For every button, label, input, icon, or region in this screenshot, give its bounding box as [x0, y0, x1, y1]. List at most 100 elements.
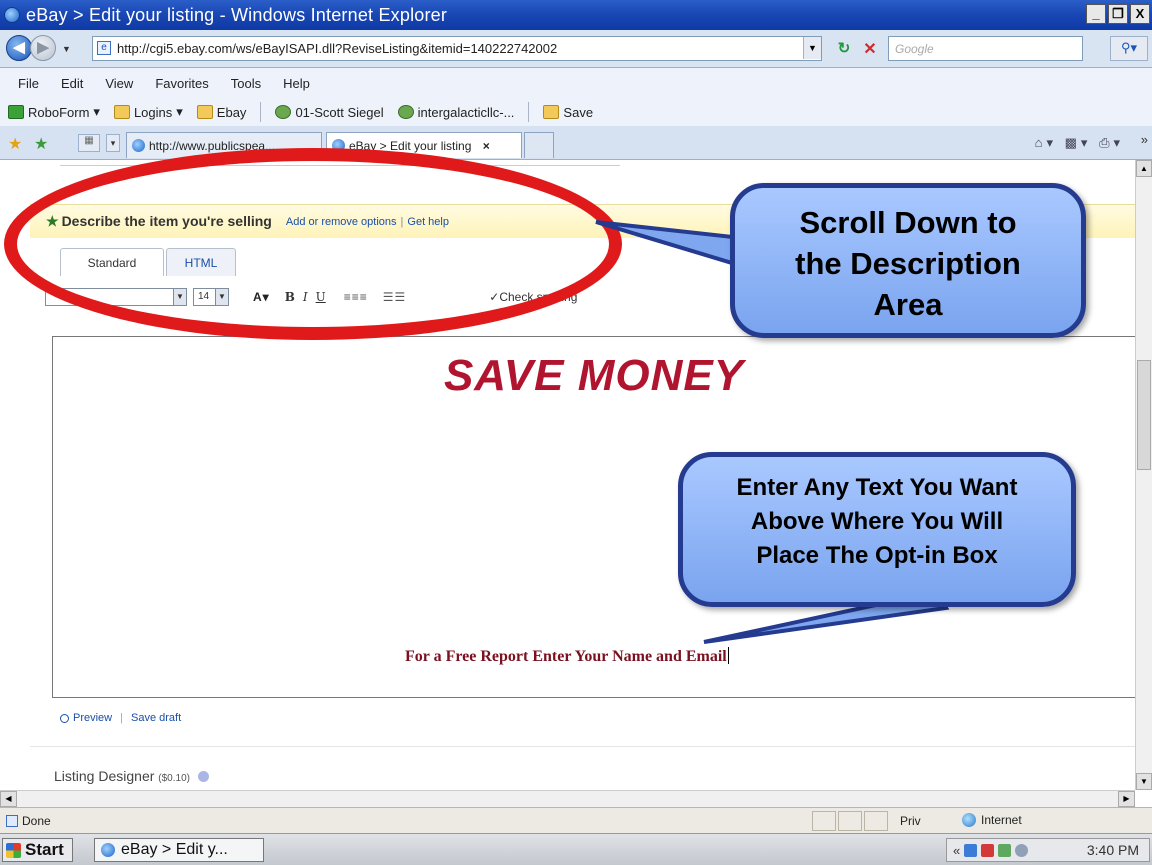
link-label: Ebay [216, 104, 247, 120]
callout-line: the Description [795, 246, 1021, 281]
listing-designer: Listing Designer ($0.10) [54, 768, 209, 784]
menu-view[interactable]: View [105, 76, 133, 91]
link-scott-siegel[interactable]: 01-Scott Siegel [275, 104, 384, 120]
vertical-scrollbar[interactable]: ▲ ▼ [1135, 160, 1152, 790]
ie-favicon [132, 139, 145, 152]
task-label: eBay > Edit y... [121, 841, 228, 858]
search-input[interactable]: Google [888, 36, 1083, 61]
callout-line: Above Where You Will [750, 508, 1004, 535]
menu-file[interactable]: File [18, 76, 39, 91]
back-button[interactable]: ◀ [6, 35, 32, 61]
maximize-button[interactable]: ❐ [1108, 4, 1128, 24]
tray-expand-icon[interactable]: « [953, 843, 960, 858]
status-text: Done [22, 814, 51, 828]
scroll-down-icon[interactable]: ▼ [1136, 773, 1152, 790]
menu-help[interactable]: Help [283, 76, 310, 91]
close-tab-icon[interactable]: × [483, 139, 490, 153]
start-label: Start [25, 840, 64, 859]
status-pane [838, 811, 862, 831]
tray-volume-icon[interactable] [1015, 843, 1029, 857]
editor-footer-links: Preview | Save draft [60, 712, 181, 724]
address-dropdown-button[interactable]: ▼ [803, 37, 821, 59]
ie-icon [101, 843, 115, 857]
link-logins[interactable]: Logins ▾ [113, 104, 183, 120]
minimize-button[interactable]: _ [1086, 4, 1106, 24]
page-icon [6, 815, 18, 827]
history-dropdown-icon[interactable]: ▼ [62, 44, 71, 54]
back-arrow-icon: ◀ [13, 39, 25, 56]
scroll-right-icon[interactable]: ▶ [1118, 791, 1135, 807]
horizontal-scrollbar[interactable]: ◀ ▶ [0, 790, 1135, 807]
callout-line: Scroll Down to [799, 205, 1017, 240]
chevron-right-icon[interactable]: » [1141, 132, 1148, 147]
window-controls: _ ❐ X [1086, 4, 1150, 24]
section-divider [30, 746, 1135, 747]
status-pane [864, 811, 888, 831]
save-draft-link[interactable]: Save draft [131, 712, 181, 724]
preview-link[interactable]: Preview [73, 712, 112, 724]
listing-designer-label: Listing Designer [54, 768, 155, 784]
link-ebay[interactable]: Ebay [196, 104, 247, 120]
info-icon[interactable] [197, 771, 209, 782]
stop-icon[interactable]: ✕ [860, 39, 880, 59]
highlight-ring [4, 148, 622, 340]
address-toolbar: ◀ ▶ ▼ e http://cgi5.ebay.com/ws/eBayISAP… [0, 30, 1152, 68]
taskbar-clock: 3:40 PM [1086, 842, 1139, 858]
roboform-icon [8, 105, 24, 119]
zone-label: Internet [981, 813, 1022, 827]
tray-network-icon[interactable] [998, 843, 1012, 857]
callout-line: Enter Any Text You Want [736, 474, 1018, 501]
command-bar-icons[interactable]: ⌂▾ ▩▾ ⎙▾ [1035, 135, 1124, 151]
link-label: Save [563, 104, 594, 120]
toolbar-separator [528, 102, 530, 122]
tray-app-icon[interactable] [981, 843, 995, 857]
editor-headline: SAVE MONEY [443, 351, 745, 400]
status-pane [812, 811, 836, 831]
link-label: 01-Scott Siegel [295, 104, 384, 120]
address-url: http://cgi5.ebay.com/ws/eBayISAPI.dll?Re… [117, 41, 558, 56]
start-button[interactable]: Start [2, 838, 73, 862]
link-separator: | [120, 712, 123, 724]
cta-text: For a Free Report Enter Your Name and Em… [405, 648, 727, 665]
address-input[interactable]: e http://cgi5.ebay.com/ws/eBayISAPI.dll?… [92, 36, 822, 61]
magnifier-icon [60, 713, 69, 723]
page-icon: e [97, 41, 111, 55]
folder-icon [196, 105, 213, 119]
callout-line: Place The Opt-in Box [756, 542, 998, 569]
globe-icon [275, 105, 292, 119]
system-tray: « 3:40 PM [946, 838, 1150, 862]
search-icon[interactable]: ⚲▾ [1110, 36, 1148, 61]
forward-button[interactable]: ▶ [30, 35, 56, 61]
globe-icon [962, 813, 976, 827]
folder-icon [543, 105, 560, 119]
link-label: Logins [133, 104, 173, 120]
taskbar-ie-window[interactable]: eBay > Edit y... [94, 838, 264, 862]
menu-favorites[interactable]: Favorites [155, 76, 208, 91]
scroll-left-icon[interactable]: ◀ [0, 791, 17, 807]
status-bar: Done Priv Internet [0, 807, 1152, 833]
favorites-star-icon[interactable]: ★ [8, 134, 22, 154]
add-favorites-icon[interactable]: ★ [34, 134, 48, 154]
link-save[interactable]: Save [543, 105, 593, 120]
refresh-icon[interactable]: ↻ [834, 39, 854, 59]
new-tab-button[interactable] [524, 132, 554, 158]
menu-tools[interactable]: Tools [231, 76, 261, 91]
close-button[interactable]: X [1130, 4, 1150, 24]
zone-indicator[interactable]: Internet [962, 813, 1022, 827]
taskbar: Start eBay > Edit y... « 3:40 PM [0, 833, 1152, 865]
privacy-indicator[interactable]: Priv [900, 814, 921, 828]
menu-edit[interactable]: Edit [61, 76, 83, 91]
scroll-thumb[interactable] [1137, 360, 1151, 470]
callout-enter-text: Enter Any Text You Want Above Where You … [678, 452, 1076, 607]
link-roboform[interactable]: RoboForm ▾ [8, 104, 100, 120]
menu-bar: File Edit View Favorites Tools Help [0, 68, 1152, 98]
tab-list-icon[interactable]: ▾ [106, 134, 120, 152]
quick-tabs-icon[interactable]: ▦ [78, 134, 100, 152]
link-intergalactic[interactable]: intergalacticllc-... [397, 105, 514, 120]
tray-app-icon[interactable] [964, 843, 978, 857]
scroll-up-icon[interactable]: ▲ [1136, 160, 1152, 177]
forward-arrow-icon: ▶ [37, 39, 49, 56]
text-cursor [727, 647, 729, 664]
folder-icon [113, 105, 130, 119]
windows-flag-icon [6, 843, 21, 858]
